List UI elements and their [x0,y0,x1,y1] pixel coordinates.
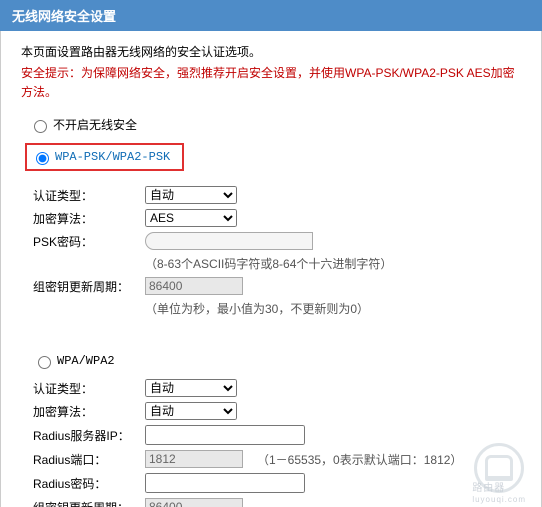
radius-ip-label: Radius服务器IP： [33,427,145,444]
radio-wpa-psk-label: WPA-PSK/WPA2-PSK [55,150,170,164]
option-disable-security[interactable]: 不开启无线安全 [29,116,521,133]
radio-wpa-enterprise-label: WPA/WPA2 [57,354,115,368]
wpa-auth-label: 认证类型： [33,380,145,397]
option-wpa-enterprise[interactable]: WPA/WPA2 [33,353,521,369]
radius-port-label: Radius端口： [33,451,145,468]
page-title: 无线网络安全设置 [0,0,542,31]
psk-auth-select[interactable]: 自动 [145,186,237,204]
radio-wpa-enterprise[interactable] [38,356,51,369]
psk-groupkey-input[interactable] [145,277,243,295]
wpa-cipher-label: 加密算法： [33,403,145,420]
wpa-groupkey-label: 组密钥更新周期： [33,499,145,507]
intro-text: 本页面设置路由器无线网络的安全认证选项。 [21,43,521,60]
option-wpa-psk-highlight[interactable]: WPA-PSK/WPA2-PSK [25,143,184,171]
radio-disable-label: 不开启无线安全 [53,116,137,133]
radius-ip-input[interactable] [145,425,305,445]
psk-settings-block: 认证类型： 自动 加密算法： AES PSK密码： （8-63个ASCII码字符… [33,186,521,317]
wpa-auth-select[interactable]: 自动 [145,379,237,397]
radio-wpa-psk[interactable] [36,152,49,165]
radius-password-label: Radius密码： [33,475,145,492]
watermark-text: 路由器luyouqi.com [472,479,526,505]
wpa-cipher-select[interactable]: 自动 [145,402,237,420]
radius-port-hint: （1－65535，0表示默认端口：1812） [257,451,462,468]
security-warning: 安全提示：为保障网络安全，强烈推荐开启安全设置，并使用WPA-PSK/WPA2-… [21,64,521,102]
radio-disable[interactable] [34,120,47,133]
psk-cipher-label: 加密算法： [33,210,145,227]
wpa-settings-block: 认证类型： 自动 加密算法： 自动 Radius服务器IP： Radius端口：… [33,379,521,507]
psk-auth-label: 认证类型： [33,187,145,204]
psk-password-input[interactable] [145,232,313,250]
psk-groupkey-label: 组密钥更新周期： [33,278,145,295]
psk-cipher-select[interactable]: AES [145,209,237,227]
wpa-groupkey-input[interactable] [145,498,243,507]
psk-password-hint: （8-63个ASCII码字符或8-64个十六进制字符） [145,255,521,272]
psk-groupkey-hint: （单位为秒，最小值为30，不更新则为0） [145,300,521,317]
psk-password-label: PSK密码： [33,233,145,250]
radius-port-input[interactable] [145,450,243,468]
radius-password-input[interactable] [145,473,305,493]
